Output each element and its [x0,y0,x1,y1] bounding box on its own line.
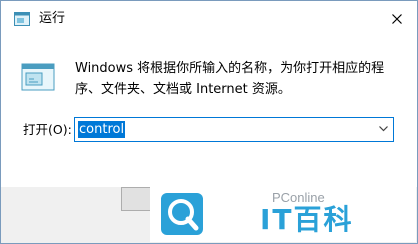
close-button[interactable] [387,9,407,29]
pconline-watermark: PConline IT百科 [150,187,416,242]
window-title: 运行 [39,11,66,26]
open-input-value[interactable]: control [78,121,126,138]
dialog-body: Windows 将根据你所输入的名称，为你打开相应的程序、文件夹、文档或 Int… [1,35,417,187]
watermark-name: IT百科 [260,203,354,236]
run-icon [14,12,30,26]
title-bar: 运行 [1,1,417,35]
open-label: 打开(O): [23,122,72,137]
run-program-icon [21,63,55,91]
dialog-description: Windows 将根据你所输入的名称，为你打开相应的程序、文件夹、文档或 Int… [75,61,385,97]
pconline-logo-icon [161,193,203,235]
chevron-down-icon[interactable] [379,126,388,132]
close-icon [392,14,402,24]
open-combobox[interactable]: control [74,117,394,142]
